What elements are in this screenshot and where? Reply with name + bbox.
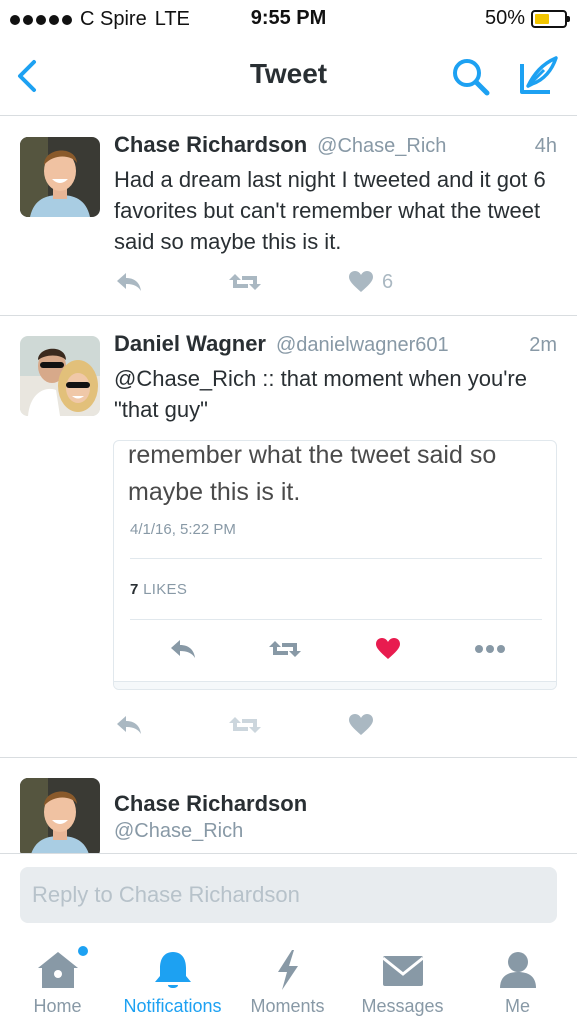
compose-tweet-icon[interactable] xyxy=(514,54,560,98)
heart-icon xyxy=(349,271,373,292)
retweet-button[interactable] xyxy=(228,713,262,737)
embedded-image-card[interactable]: remember what the tweet said so maybe th… xyxy=(113,440,557,690)
reply-input[interactable] xyxy=(20,867,557,923)
reply-icon xyxy=(117,273,141,291)
embedded-tweet-date: 4/1/16, 5:22 PM xyxy=(130,521,236,538)
embedded-likes: 7 LIKES xyxy=(130,581,187,598)
divider xyxy=(130,619,542,620)
status-bar: C Spire LTE 9:55 PM 50% xyxy=(0,0,577,38)
tweet-timestamp: 2m xyxy=(529,334,557,356)
lightning-icon xyxy=(277,950,298,990)
card-footer xyxy=(114,681,556,689)
reply-icon xyxy=(117,716,141,734)
tab-messages[interactable]: Messages xyxy=(345,940,460,1024)
tweet-timestamp: 4h xyxy=(534,135,557,157)
home-icon xyxy=(37,952,78,988)
bell-icon xyxy=(154,952,191,988)
embedded-likes-count: 7 xyxy=(130,581,139,598)
avatar[interactable] xyxy=(20,778,100,853)
tweet-text: @Chase_Rich :: that moment when you're "… xyxy=(114,366,527,422)
retweet-button[interactable] xyxy=(228,270,262,294)
avatar[interactable] xyxy=(20,137,100,217)
tab-notifications[interactable]: Notifications xyxy=(115,940,230,1024)
envelope-icon xyxy=(381,956,424,986)
search-icon[interactable] xyxy=(450,56,492,98)
person-icon xyxy=(499,952,536,988)
reply-button[interactable] xyxy=(114,270,144,294)
tab-bar: Home Notifications Moments Messages Me xyxy=(0,940,577,1024)
heart-icon xyxy=(349,714,373,735)
navigation-bar: Tweet xyxy=(0,38,577,116)
retweet-icon xyxy=(229,274,261,290)
like-button[interactable]: 6 xyxy=(348,270,393,294)
tab-moments[interactable]: Moments xyxy=(230,940,345,1024)
retweet-icon xyxy=(229,717,261,733)
like-button[interactable] xyxy=(348,713,374,737)
like-count: 6 xyxy=(382,270,394,293)
heart-icon xyxy=(376,638,400,659)
retweet-icon xyxy=(269,641,301,657)
tweet-item[interactable]: Chase Richardson @Chase_Rich xyxy=(0,758,577,854)
author-name[interactable]: Daniel Wagner xyxy=(114,331,266,357)
battery-level xyxy=(535,13,549,24)
battery-icon xyxy=(531,9,570,28)
tweet-item[interactable]: Chase Richardson @Chase_Rich 4h Had a dr… xyxy=(0,117,577,316)
tweet-header: Chase Richardson @Chase_Rich 4h xyxy=(114,132,557,158)
tweet-actions xyxy=(114,713,434,743)
battery-percent: 50% xyxy=(484,7,525,29)
tweet-text: Had a dream last night I tweeted and it … xyxy=(114,167,546,254)
reply-icon xyxy=(171,640,195,658)
avatar[interactable] xyxy=(20,336,100,416)
embedded-likes-label: LIKES xyxy=(143,581,188,598)
author-handle[interactable]: @danielwagner601 xyxy=(276,334,449,357)
divider xyxy=(130,558,542,559)
embedded-tweet-text: remember what the tweet said so maybe th… xyxy=(128,441,497,506)
author-handle[interactable]: @Chase_Rich xyxy=(317,135,446,158)
battery-info: 50% xyxy=(484,7,570,30)
embedded-actions xyxy=(114,637,556,667)
tab-home[interactable]: Home xyxy=(0,940,115,1024)
more-icon xyxy=(475,645,505,653)
tweet-header: Daniel Wagner @danielwagner601 2m xyxy=(114,331,557,357)
tab-label: Me xyxy=(504,996,530,1016)
author-name[interactable]: Chase Richardson xyxy=(114,132,307,158)
tweet-actions: 6 xyxy=(114,270,434,300)
author-handle[interactable]: @Chase_Rich xyxy=(114,820,243,843)
reply-button[interactable] xyxy=(114,713,144,737)
tab-me[interactable]: Me xyxy=(460,940,575,1024)
author-name[interactable]: Chase Richardson xyxy=(114,791,307,817)
